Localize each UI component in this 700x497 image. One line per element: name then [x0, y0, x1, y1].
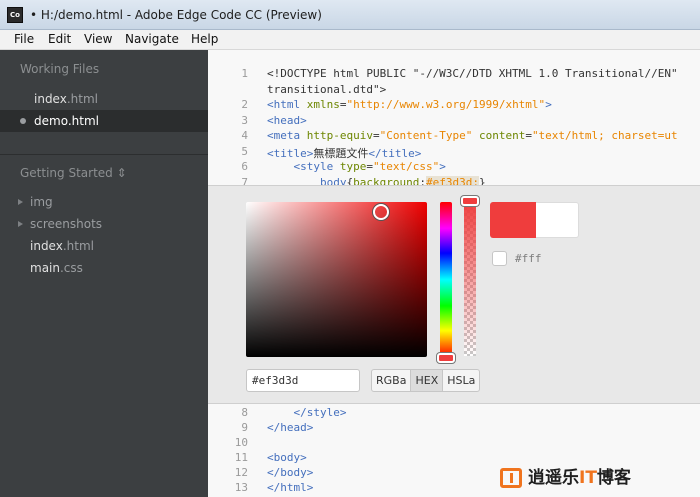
line-number: 3	[241, 113, 248, 127]
modified-dot-icon	[20, 118, 26, 124]
code-line[interactable]: <style type="text/css">	[267, 160, 446, 173]
code-line[interactable]: </html>	[267, 481, 313, 494]
code-line[interactable]: <body>	[267, 451, 307, 464]
menu-help[interactable]: Help	[191, 30, 218, 49]
file-name: main	[30, 261, 60, 275]
code-line[interactable]: </head>	[267, 421, 313, 434]
line-number: 8	[241, 406, 248, 419]
line-number: 5	[241, 144, 248, 158]
project-dropdown[interactable]: Getting Started ⇕	[20, 166, 127, 180]
color-value-input[interactable]: #ef3d3d	[246, 369, 360, 392]
menu-view[interactable]: View	[84, 30, 112, 49]
color-mode-buttons: RGBa HEX HSLa	[371, 369, 481, 392]
tree-folder-img[interactable]: img	[0, 191, 208, 213]
code-line[interactable]: <meta http-equiv="Content-Type" content=…	[267, 129, 678, 142]
window-title: • H:/demo.html - Adobe Edge Code CC (Pre…	[30, 8, 322, 22]
menu-file[interactable]: File	[14, 30, 34, 49]
saturation-lightness-picker[interactable]	[246, 202, 427, 357]
line-number: 4	[241, 129, 248, 142]
line-number: 12	[234, 466, 248, 479]
site-watermark: 逍遥乐IT博客	[500, 466, 690, 490]
app-logo-icon: Co	[7, 7, 23, 23]
sidebar-divider	[0, 154, 208, 155]
code-line[interactable]: <!DOCTYPE html PUBLIC "-//W3C//DTD XHTML…	[267, 67, 678, 80]
hue-slider[interactable]	[440, 202, 452, 357]
inline-color-editor: #fff #ef3d3d RGBa HEX HSLa	[208, 185, 700, 404]
line-number: 11	[234, 451, 248, 464]
opacity-slider-handle[interactable]	[461, 196, 479, 206]
file-name: index	[34, 92, 67, 106]
used-color-swatch[interactable]	[492, 251, 507, 266]
mode-rgba-button[interactable]: RGBa	[372, 370, 412, 391]
line-number: 10	[234, 436, 248, 449]
original-color-swatch[interactable]	[536, 202, 579, 238]
line-number: 1	[241, 67, 248, 80]
file-ext: .html	[66, 92, 98, 106]
folder-name: img	[30, 195, 53, 209]
code-line[interactable]: </body>	[267, 466, 313, 479]
code-line[interactable]: <html xmlns="http://www.w3.org/1999/xhtm…	[267, 98, 552, 111]
file-name: demo.html	[34, 114, 99, 128]
tree-folder-screenshots[interactable]: screenshots	[0, 213, 208, 235]
line-number: 9	[241, 421, 248, 434]
tree-file-main[interactable]: main.css	[0, 257, 208, 279]
folder-expand-icon	[18, 199, 23, 205]
used-color-label[interactable]: #fff	[515, 251, 542, 266]
file-ext: .css	[59, 261, 83, 275]
title-bar: Co • H:/demo.html - Adobe Edge Code CC (…	[0, 0, 700, 30]
code-line[interactable]: transitional.dtd">	[267, 83, 386, 96]
tree-file-index[interactable]: index.html	[0, 235, 208, 257]
file-ext: .html	[62, 239, 94, 253]
sidebar: Working Files index.html demo.html Getti…	[0, 50, 216, 497]
menu-edit[interactable]: Edit	[48, 30, 71, 49]
code-line[interactable]: <head>	[267, 114, 307, 127]
current-color-swatch	[490, 202, 536, 238]
working-files-heading: Working Files	[20, 62, 100, 76]
watermark-logo-icon	[500, 468, 522, 488]
working-file-demo[interactable]: demo.html	[0, 110, 216, 132]
opacity-slider[interactable]	[464, 198, 476, 356]
menu-bar: File Edit View Navigate Help	[0, 30, 700, 50]
file-name: index	[30, 239, 63, 253]
color-picker-handle[interactable]	[373, 204, 389, 220]
code-line[interactable]: <title>無標題文件</title>	[267, 145, 421, 161]
line-number: 2	[241, 98, 248, 111]
hue-slider-handle[interactable]	[437, 353, 455, 363]
working-file-index[interactable]: index.html	[0, 88, 208, 110]
menu-navigate[interactable]: Navigate	[125, 30, 179, 49]
mode-hex-button[interactable]: HEX	[411, 370, 444, 391]
code-line[interactable]: </style>	[267, 406, 347, 419]
watermark-text: 逍遥乐IT博客	[528, 468, 631, 488]
folder-name: screenshots	[30, 217, 103, 231]
line-number: 7	[241, 175, 248, 186]
code-editor-top[interactable]: 1 <!DOCTYPE html PUBLIC "-//W3C//DTD XHTM…	[208, 50, 700, 185]
line-number: 6	[241, 160, 248, 173]
code-line[interactable]: body{background:#ef3d3d;}	[267, 175, 486, 185]
line-number: 13	[234, 481, 248, 494]
folder-expand-icon	[18, 221, 23, 227]
mode-hsla-button[interactable]: HSLa	[443, 370, 479, 391]
